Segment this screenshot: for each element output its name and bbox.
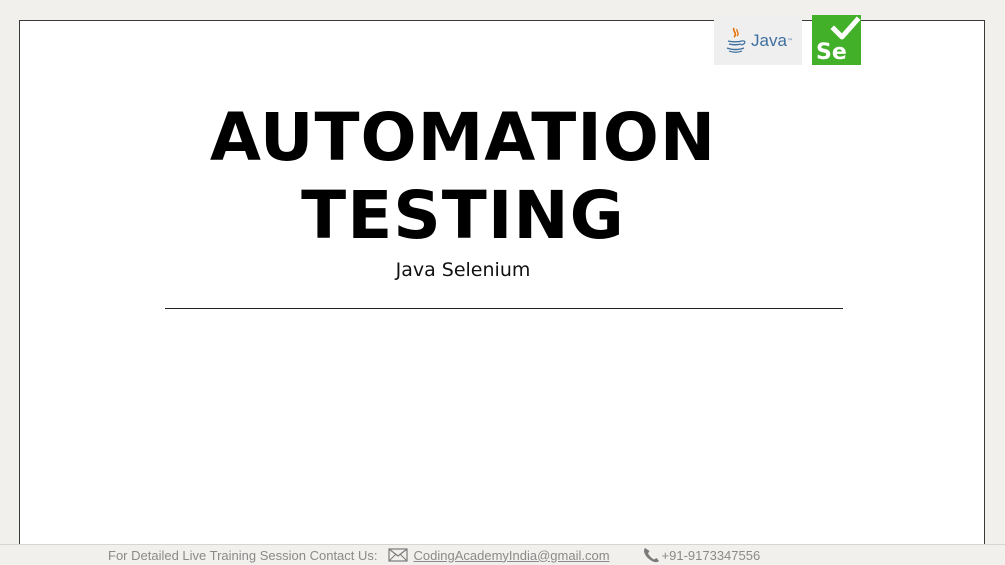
slide-subtitle: Java Selenium <box>395 259 531 281</box>
slide-canvas: Java ™ Se AUTOMATION TESTING Java Seleniu… <box>19 15 985 545</box>
title-divider <box>165 308 843 309</box>
selenium-logo: Se <box>812 15 861 65</box>
phone-icon <box>643 548 659 563</box>
slide-title: AUTOMATION TESTING <box>20 99 906 255</box>
title-line-1: AUTOMATION <box>209 99 717 176</box>
envelope-icon <box>387 548 408 562</box>
java-trademark: ™ <box>786 37 793 45</box>
java-cup-icon <box>726 27 746 53</box>
java-logo-text: Java <box>751 31 787 50</box>
selenium-logo-text: Se <box>816 40 847 65</box>
contact-footer: For Detailed Live Training Session Conta… <box>108 545 760 565</box>
title-line-2: TESTING <box>301 177 625 254</box>
email-link[interactable]: CodingAcademyIndia@gmail.com <box>414 548 610 563</box>
phone-number: +91-9173347556 <box>661 547 761 563</box>
java-logo: Java ™ <box>714 17 802 65</box>
contact-label: For Detailed Live Training Session Conta… <box>108 547 378 563</box>
